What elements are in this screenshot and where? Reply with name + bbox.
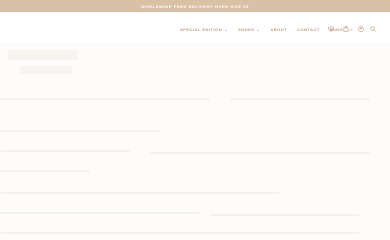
search-button[interactable] <box>370 26 377 32</box>
user-icon <box>358 26 365 32</box>
content-line <box>0 150 130 152</box>
cart-count: 0 <box>350 26 353 32</box>
nav-item-contact[interactable]: CONTACT <box>297 27 320 32</box>
nav-label: CONTACT <box>297 26 320 32</box>
content-line <box>0 130 160 132</box>
content-line <box>210 214 360 216</box>
hero-text-block <box>8 50 78 60</box>
chevron-down-icon: ⌄ <box>224 26 228 32</box>
hero-text-block <box>20 66 72 74</box>
nav-label: ABOUT <box>270 26 288 32</box>
wishlist-button[interactable]: 0 <box>328 26 337 32</box>
content-line <box>0 192 280 194</box>
bag-icon <box>343 26 349 32</box>
cart-button[interactable]: 0 <box>343 26 352 32</box>
header-actions: 0 0 <box>328 24 377 34</box>
nav-item-special-edition[interactable]: SPECIAL EDITION ⌄ <box>180 27 228 32</box>
search-icon <box>370 26 377 32</box>
heart-icon <box>328 26 334 32</box>
nav-label: SHOES <box>237 26 255 32</box>
account-button[interactable] <box>358 26 365 32</box>
promo-text: WORLDWIDE FREE DELIVERY OVER SIZE 35 <box>141 3 249 9</box>
content-line <box>0 170 90 172</box>
hero-section <box>0 42 390 240</box>
nav-label: SPECIAL EDITION <box>180 26 223 32</box>
content-line <box>0 212 200 214</box>
promo-bar: WORLDWIDE FREE DELIVERY OVER SIZE 35 <box>0 0 390 12</box>
wishlist-count: 0 <box>335 26 338 32</box>
chevron-down-icon: ⌄ <box>256 26 261 32</box>
content-line <box>0 232 360 234</box>
nav-item-about[interactable]: ABOUT <box>270 27 287 32</box>
logo[interactable] <box>12 18 112 32</box>
site-header: SPECIAL EDITION ⌄ SHOES ⌄ ABOUT CONTACT … <box>0 12 390 42</box>
logo-mark <box>12 19 17 31</box>
nav-item-shoes[interactable]: SHOES ⌄ <box>238 27 260 32</box>
content-line <box>230 98 370 100</box>
content-line <box>0 98 210 100</box>
content-line <box>150 152 370 154</box>
main-nav: SPECIAL EDITION ⌄ SHOES ⌄ ABOUT CONTACT … <box>180 25 343 33</box>
